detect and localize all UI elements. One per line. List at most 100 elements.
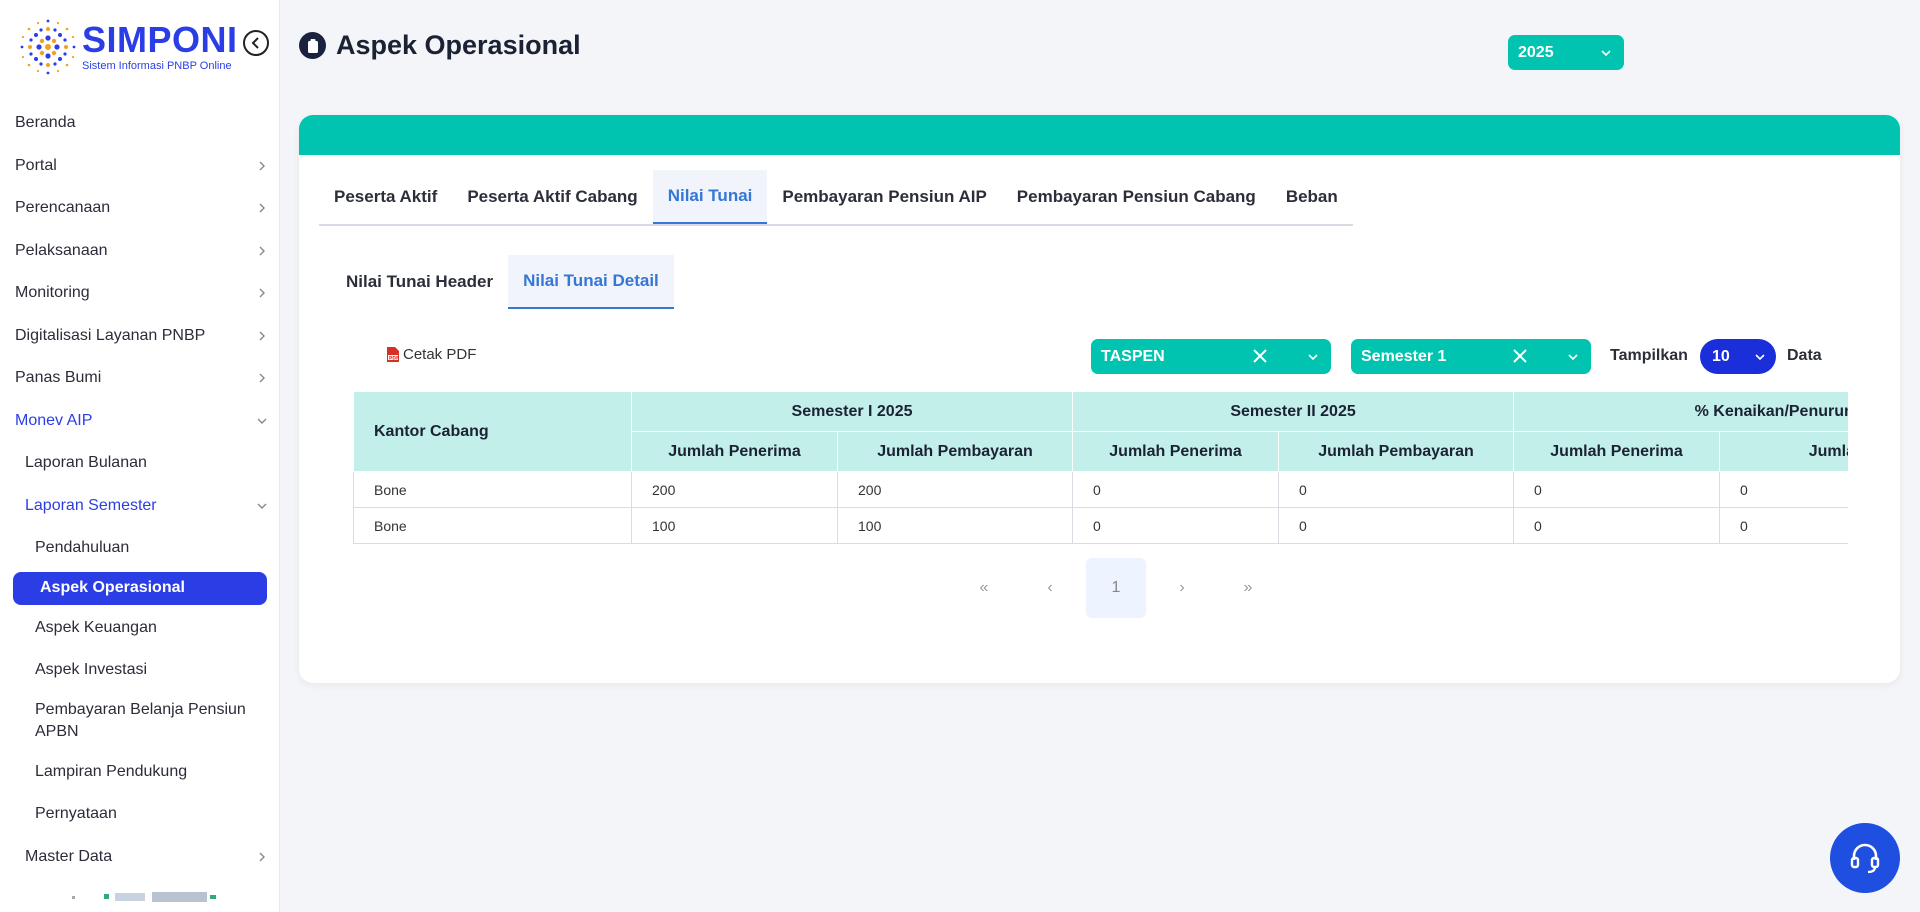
sidebar-item-laporan-bulanan[interactable]: Laporan Bulanan: [0, 442, 279, 485]
content-card: Peserta Aktif Peserta Aktif Cabang Nilai…: [299, 115, 1900, 683]
subtab-nilai-tunai-detail[interactable]: Nilai Tunai Detail: [508, 255, 674, 309]
sidebar-item-label: Digitalisasi Layanan PNBP: [15, 326, 206, 344]
column-header: Jumlah Penerima: [1513, 431, 1721, 472]
table-cell: Bone: [353, 507, 632, 544]
headset-icon: [1850, 843, 1880, 874]
sidebar-item-label: Aspek Operasional: [40, 579, 185, 596]
sidebar-item-monev-aip[interactable]: Monev AIP: [0, 400, 279, 443]
brand-name: SIMPONI: [82, 19, 238, 60]
sidebar-item-pernyataan[interactable]: Pernyataan: [0, 793, 279, 836]
sidebar-item-pembayaran-belanja-pensiun-apbn[interactable]: Pembayaran Belanja Pensiun APBN: [0, 692, 279, 751]
year-select[interactable]: 2025: [1508, 35, 1624, 70]
prev-page-button[interactable]: ‹: [1020, 558, 1080, 618]
print-pdf-button[interactable]: PDF Cetak PDF: [386, 346, 476, 363]
table-cell: 0: [1719, 471, 1848, 508]
semester-filter-select[interactable]: Semester 1: [1351, 339, 1591, 374]
tab-peserta-aktif-cabang[interactable]: Peserta Aktif Cabang: [452, 170, 652, 224]
sidebar-item-label: Panas Bumi: [15, 369, 102, 387]
clear-icon[interactable]: [1511, 347, 1529, 365]
clear-icon[interactable]: [1251, 347, 1269, 365]
main-tabs: Peserta Aktif Peserta Aktif Cabang Nilai…: [319, 170, 1353, 226]
chevron-right-icon: [259, 288, 265, 298]
tab-nilai-tunai[interactable]: Nilai Tunai: [652, 170, 768, 224]
simponi-logo-icon: [20, 19, 76, 75]
subtab-nilai-tunai-header[interactable]: Nilai Tunai Header: [331, 255, 508, 309]
column-group-semester-2: Semester II 2025: [1072, 391, 1515, 432]
tab-pembayaran-pensiun-aip[interactable]: Pembayaran Pensiun AIP: [767, 170, 1001, 224]
table-cell: 0: [1072, 507, 1280, 544]
column-group-semester-1: Semester I 2025: [630, 391, 1074, 432]
sidebar-item-pelaksanaan[interactable]: Pelaksanaan: [0, 230, 279, 273]
table-row: Bone 200 200 0 0 0 0: [353, 471, 1848, 508]
page-size-value: 10: [1712, 347, 1730, 365]
sidebar-item-aspek-operasional[interactable]: Aspek Operasional: [13, 571, 267, 605]
next-page-button[interactable]: ›: [1152, 558, 1212, 618]
sidebar-item-perencanaan[interactable]: Perencanaan: [0, 187, 279, 230]
first-page-button[interactable]: «: [954, 558, 1014, 618]
chevron-down-icon: [1308, 354, 1318, 361]
data-table: Kantor Cabang Semester I 2025 Semester I…: [353, 391, 1848, 544]
table-cell: 200: [836, 471, 1074, 508]
sidebar-item-aspek-keuangan[interactable]: Aspek Keuangan: [0, 607, 279, 650]
table-cell: 0: [1278, 471, 1515, 508]
sidebar-item-monitoring[interactable]: Monitoring: [0, 272, 279, 315]
sidebar-item-portal[interactable]: Portal: [0, 145, 279, 188]
brand-subtitle: Sistem Informasi PNBP Online: [82, 60, 232, 72]
tab-peserta-aktif[interactable]: Peserta Aktif: [319, 170, 452, 224]
collapse-sidebar-button[interactable]: [243, 30, 269, 56]
last-page-button[interactable]: »: [1218, 558, 1278, 618]
help-chat-button[interactable]: [1830, 823, 1900, 893]
table-cell: 0: [1513, 507, 1721, 544]
sub-tabs: Nilai Tunai Header Nilai Tunai Detail: [331, 255, 674, 309]
table-row: Bone 100 100 0 0 0 0: [353, 507, 1848, 544]
page-size-suffix: Data: [1787, 347, 1822, 364]
table-cell: 200: [631, 471, 838, 508]
tab-pembayaran-pensiun-cabang[interactable]: Pembayaran Pensiun Cabang: [1002, 170, 1271, 224]
chevron-down-icon: [1755, 354, 1765, 361]
brand[interactable]: SIMPONI Sistem Informasi PNBP Online: [18, 16, 238, 78]
table-cell: 100: [836, 507, 1074, 544]
sidebar: SIMPONI Sistem Informasi PNBP Online Ber…: [0, 0, 280, 912]
print-pdf-label: Cetak PDF: [403, 346, 477, 363]
table-cell: 0: [1072, 471, 1280, 508]
sidebar-item-label: Aspek Investasi: [35, 661, 148, 679]
chevron-down-icon: [257, 503, 267, 509]
sidebar-item-label: Pelaksanaan: [15, 241, 108, 259]
column-header-kantor-cabang: Kantor Cabang: [353, 391, 632, 472]
pagination: « ‹ 1 › »: [954, 558, 1284, 618]
chevron-right-icon: [259, 203, 265, 213]
sidebar-item-label: Perencanaan: [15, 199, 111, 217]
sidebar-item-lampiran-pendukung[interactable]: Lampiran Pendukung: [0, 751, 279, 794]
sidebar-item-label: Monitoring: [15, 284, 90, 302]
page-header: Aspek Operasional: [299, 30, 581, 61]
chevron-right-icon: [259, 373, 265, 383]
page-size-select[interactable]: 10: [1700, 339, 1776, 374]
semester-filter-value: Semester 1: [1361, 347, 1447, 365]
column-group-kenaikan: % Kenaikan/Penurunan: [1513, 391, 1848, 432]
chevron-right-icon: [259, 331, 265, 341]
data-table-wrapper[interactable]: Kantor Cabang Semester I 2025 Semester I…: [353, 391, 1848, 545]
sidebar-item-digitalisasi[interactable]: Digitalisasi Layanan PNBP: [0, 315, 279, 358]
table-cell: 0: [1513, 471, 1721, 508]
company-filter-select[interactable]: TASPEN: [1091, 339, 1331, 374]
sidebar-item-panas-bumi[interactable]: Panas Bumi: [0, 357, 279, 400]
card-header-band: [299, 115, 1900, 155]
sidebar-item-laporan-semester[interactable]: Laporan Semester: [0, 485, 279, 528]
sidebar-item-label: Portal: [15, 156, 57, 174]
sidebar-item-master-data[interactable]: Master Data: [0, 836, 279, 879]
sidebar-item-label: Beranda: [15, 114, 76, 132]
year-select-value: 2025: [1518, 43, 1554, 61]
page-size-label: Tampilkan: [1610, 347, 1688, 364]
page-button-current[interactable]: 1: [1086, 558, 1146, 618]
chevron-down-icon: [1568, 354, 1578, 361]
tab-beban[interactable]: Beban: [1271, 170, 1353, 224]
sidebar-item-pendahuluan[interactable]: Pendahuluan: [0, 527, 279, 570]
sidebar-item-aspek-investasi[interactable]: Aspek Investasi: [0, 649, 279, 692]
company-filter-value: TASPEN: [1101, 347, 1165, 365]
sidebar-item-label: Pernyataan: [35, 805, 117, 823]
sidebar-item-beranda[interactable]: Beranda: [0, 102, 279, 145]
sidebar-nav: Beranda Portal Perencanaan Pelaksanaan M…: [0, 102, 279, 879]
sidebar-item-label: Laporan Bulanan: [25, 454, 147, 472]
sidebar-item-label: Monev AIP: [15, 411, 93, 429]
chevron-down-icon: [257, 418, 267, 424]
